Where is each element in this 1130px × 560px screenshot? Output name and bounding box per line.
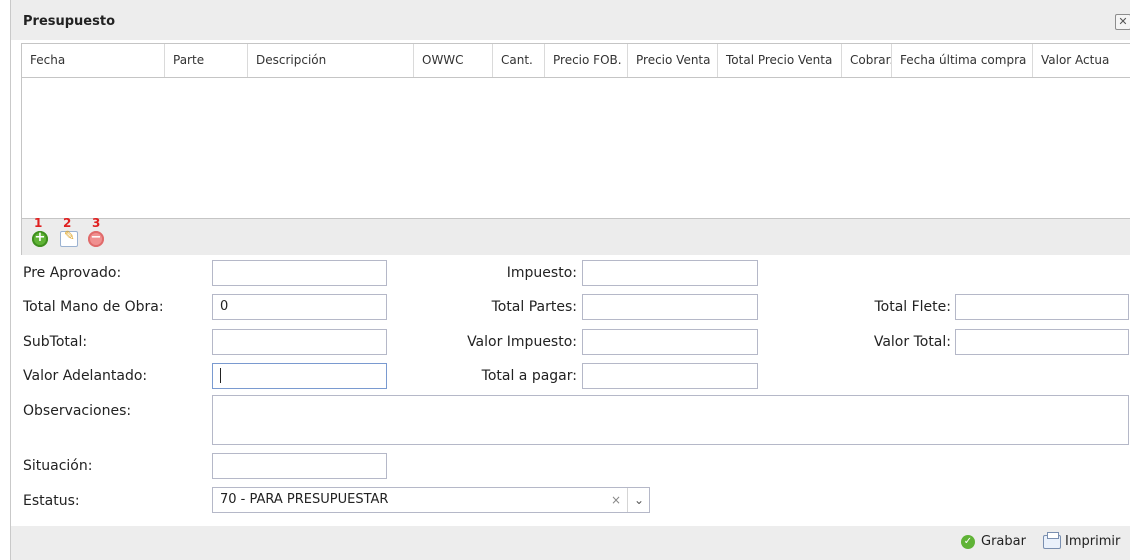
total-a-pagar-field[interactable] [582,363,758,389]
grid-header: Fecha Parte Descripción OWWC Cant. Preci… [22,44,1130,78]
valor-impuesto-label: Valor Impuesto: [467,334,577,350]
column-header-precio-venta[interactable]: Precio Venta [628,44,718,77]
estatus-label: Estatus: [23,493,80,509]
column-header-fecha[interactable]: Fecha [22,44,165,77]
add-icon[interactable] [32,230,48,247]
total-partes-field[interactable] [582,294,758,320]
grid-toolbar: 1 2 3 [22,216,1130,255]
column-header-owwc[interactable]: OWWC [414,44,493,77]
print-button[interactable]: Imprimir [1043,531,1121,549]
estatus-combo[interactable]: 70 - PARA PRESUPUESTAR × ⌄ [212,487,650,513]
edit-icon[interactable] [60,229,78,247]
pre-aprovado-field[interactable] [212,260,387,286]
observaciones-label: Observaciones: [23,403,132,419]
print-label: Imprimir [1065,534,1121,549]
column-header-cant[interactable]: Cant. [493,44,545,77]
column-header-cobrar[interactable]: Cobrar. [842,44,892,77]
check-icon: ✓ [961,534,975,549]
save-button[interactable]: ✓ Grabar [961,534,1026,549]
subtotal-field[interactable] [212,329,387,355]
total-mano-obra-label: Total Mano de Obra: [23,299,164,315]
valor-impuesto-field[interactable] [582,329,758,355]
close-button[interactable]: ✕ [1115,14,1130,30]
presupuesto-dialog: Presupuesto ✕ Fecha Parte Descripción OW… [10,0,1130,560]
save-label: Grabar [981,534,1026,549]
column-header-parte[interactable]: Parte [165,44,248,77]
text-caret [220,368,221,383]
dialog-footer: ✓ Grabar Imprimir [11,526,1130,560]
situacion-label: Situación: [23,458,93,474]
total-flete-field[interactable] [955,294,1129,320]
column-header-total-precio-venta[interactable]: Total Precio Venta [718,44,842,77]
valor-adelantado-field[interactable] [212,363,387,389]
impuesto-field[interactable] [582,260,758,286]
marker-2: 2 [63,216,72,230]
observaciones-textarea[interactable] [212,395,1129,445]
column-header-valor-actual[interactable]: Valor Actua [1033,44,1109,77]
valor-total-label: Valor Total: [873,334,951,350]
subtotal-label: SubTotal: [23,334,88,350]
column-header-fecha-ultima-compra[interactable]: Fecha última compra [892,44,1033,77]
dialog-titlebar: Presupuesto ✕ [11,0,1130,40]
total-partes-label: Total Partes: [491,299,577,315]
printer-icon [1043,531,1061,549]
marker-1: 1 [34,216,43,230]
marker-3: 3 [92,216,101,230]
items-grid: Fecha Parte Descripción OWWC Cant. Preci… [21,43,1130,255]
total-mano-obra-field[interactable]: 0 [212,294,387,320]
total-a-pagar-label: Total a pagar: [481,368,577,384]
clear-icon[interactable]: × [607,488,625,512]
estatus-value: 70 - PARA PRESUPUESTAR [220,492,389,507]
chevron-down-icon[interactable]: ⌄ [627,488,650,512]
situacion-field[interactable] [212,453,387,479]
column-header-descripcion[interactable]: Descripción [248,44,414,77]
impuesto-label: Impuesto: [506,265,577,281]
valor-adelantado-label: Valor Adelantado: [23,368,148,384]
column-header-precio-fob[interactable]: Precio FOB. [545,44,628,77]
delete-icon[interactable] [88,230,104,247]
total-flete-label: Total Flete: [874,299,951,315]
valor-total-field[interactable] [955,329,1129,355]
pre-aprovado-label: Pre Aprovado: [23,265,122,281]
dialog-title: Presupuesto [23,14,116,29]
